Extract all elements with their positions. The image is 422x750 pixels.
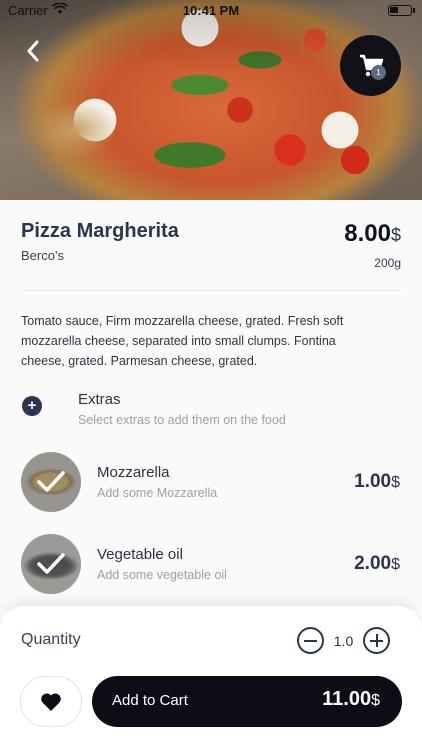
selected-overlay [21,534,81,594]
heart-icon [41,692,61,711]
divider [21,290,401,291]
cart-total-value: 11.00 [322,688,372,710]
quantity-value: 1.0 [333,633,354,649]
food-weight: 200g [374,256,401,270]
cart-count-badge: 1 [371,65,386,80]
extra-description: Add some vegetable oil [97,568,227,582]
extra-price-value: 2.00 [354,553,392,574]
quantity-label: Quantity [21,631,81,648]
chevron-left-icon [27,40,39,62]
add-to-cart-button[interactable]: Add to Cart 11.00$ [92,676,402,727]
status-bar: Carrier 10:41 PM [0,0,422,22]
cart-total: 11.00$ [322,688,380,711]
food-hero-image [0,0,422,200]
plus-circle-icon[interactable]: + [22,396,42,416]
food-price: 8.00$ [344,220,401,248]
status-time: 10:41 PM [182,3,240,18]
restaurant-name: Berco's [21,248,64,263]
back-button[interactable] [18,36,48,66]
cart-total-currency: $ [371,692,380,709]
food-description: Tomato sauce, Firm mozzarella cheese, gr… [21,314,344,368]
favorite-button[interactable] [20,676,82,727]
extra-name: Mozzarella [97,464,170,481]
food-price-currency: $ [390,225,401,245]
order-panel: Quantity 1.0 Add to Cart 11.00$ [0,606,422,750]
extra-item-vegetable-oil[interactable]: Vegetable oil Add some vegetable oil 2.0… [0,534,422,596]
food-price-value: 8.00 [344,220,391,247]
extras-subtitle: Select extras to add them on the food [78,413,286,427]
extra-price-value: 1.00 [354,471,392,492]
extra-thumbnail[interactable] [21,452,81,512]
extra-item-mozzarella[interactable]: Mozzarella Add some Mozzarella 1.00$ [0,452,422,514]
extra-thumbnail[interactable] [21,534,81,594]
extra-price-currency: $ [391,556,400,573]
quantity-decrease-button[interactable] [297,627,324,654]
battery-icon [388,5,415,16]
add-to-cart-label: Add to Cart [112,692,188,709]
selected-overlay [21,452,81,512]
cart-button[interactable]: 1 [340,35,401,96]
check-icon [37,553,65,574]
extra-name: Vegetable oil [97,546,183,563]
extra-price: 2.00$ [354,553,400,575]
extras-title: Extras [78,391,121,408]
quantity-increase-button[interactable] [363,627,390,654]
food-details: Pizza Margherita Berco's 8.00$ 200g Toma… [0,200,422,610]
food-title: Pizza Margherita [21,220,179,242]
check-icon [37,471,65,492]
extra-price-currency: $ [391,474,400,491]
extra-price: 1.00$ [354,471,400,493]
extra-description: Add some Mozzarella [97,486,218,500]
